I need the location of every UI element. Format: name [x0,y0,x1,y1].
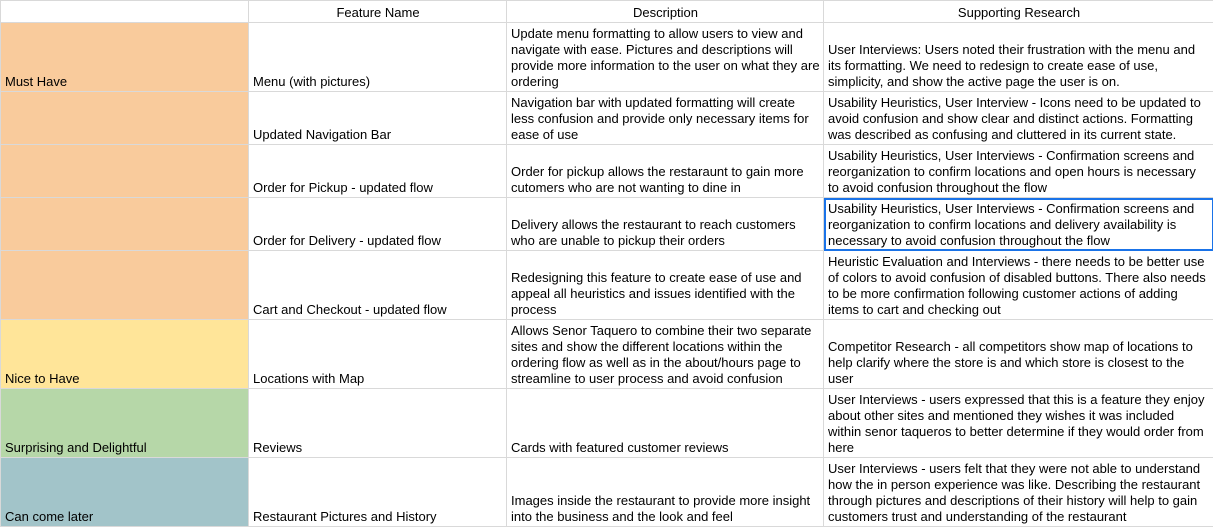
header-category-cell[interactable] [1,1,249,23]
research-cell[interactable]: Usability Heuristics, User Interview - I… [824,92,1213,145]
feature-name-cell[interactable]: Locations with Map [249,320,507,389]
category-cell[interactable]: Must Have [1,23,249,92]
feature-name-cell[interactable]: Menu (with pictures) [249,23,507,92]
table-row: Nice to Have Locations with Map Allows S… [1,320,1213,389]
research-cell[interactable]: Heuristic Evaluation and Interviews - th… [824,251,1213,320]
description-cell[interactable]: Allows Senor Taquero to combine their tw… [507,320,824,389]
header-feature-name[interactable]: Feature Name [249,1,507,23]
header-description[interactable]: Description [507,1,824,23]
table-row: Must Have Menu (with pictures) Update me… [1,23,1213,92]
feature-name-cell[interactable]: Order for Delivery - updated flow [249,198,507,251]
header-supporting-research[interactable]: Supporting Research [824,1,1213,23]
category-cell[interactable]: Nice to Have [1,320,249,389]
category-cell[interactable] [1,145,249,198]
feature-name-cell[interactable]: Updated Navigation Bar [249,92,507,145]
category-cell[interactable]: Can come later [1,458,249,527]
table-row: Cart and Checkout - updated flow Redesig… [1,251,1213,320]
research-cell-selected[interactable]: Usability Heuristics, User Interviews - … [824,198,1213,251]
table-row: Can come later Restaurant Pictures and H… [1,458,1213,527]
description-cell[interactable]: Redesigning this feature to create ease … [507,251,824,320]
feature-name-cell[interactable]: Order for Pickup - updated flow [249,145,507,198]
research-cell[interactable]: User Interviews: Users noted their frust… [824,23,1213,92]
category-cell[interactable]: Surprising and Delightful [1,389,249,458]
feature-name-cell[interactable]: Cart and Checkout - updated flow [249,251,507,320]
table-row: Order for Pickup - updated flow Order fo… [1,145,1213,198]
spreadsheet-grid: Feature Name Description Supporting Rese… [0,0,1213,527]
research-cell[interactable]: Usability Heuristics, User Interviews - … [824,145,1213,198]
table-row: Surprising and Delightful Reviews Cards … [1,389,1213,458]
feature-name-cell[interactable]: Restaurant Pictures and History [249,458,507,527]
description-cell[interactable]: Navigation bar with updated formatting w… [507,92,824,145]
research-cell[interactable]: User Interviews - users expressed that t… [824,389,1213,458]
category-cell[interactable] [1,251,249,320]
table-row: Updated Navigation Bar Navigation bar wi… [1,92,1213,145]
research-cell[interactable]: Competitor Research - all competitors sh… [824,320,1213,389]
description-cell[interactable]: Order for pickup allows the restaraunt t… [507,145,824,198]
research-cell[interactable]: User Interviews - users felt that they w… [824,458,1213,527]
category-cell[interactable] [1,198,249,251]
description-cell[interactable]: Images inside the restaurant to provide … [507,458,824,527]
description-cell[interactable]: Update menu formatting to allow users to… [507,23,824,92]
description-cell[interactable]: Cards with featured customer reviews [507,389,824,458]
table-row: Order for Delivery - updated flow Delive… [1,198,1213,251]
feature-name-cell[interactable]: Reviews [249,389,507,458]
description-cell[interactable]: Delivery allows the restaurant to reach … [507,198,824,251]
category-cell[interactable] [1,92,249,145]
header-row: Feature Name Description Supporting Rese… [1,1,1213,23]
